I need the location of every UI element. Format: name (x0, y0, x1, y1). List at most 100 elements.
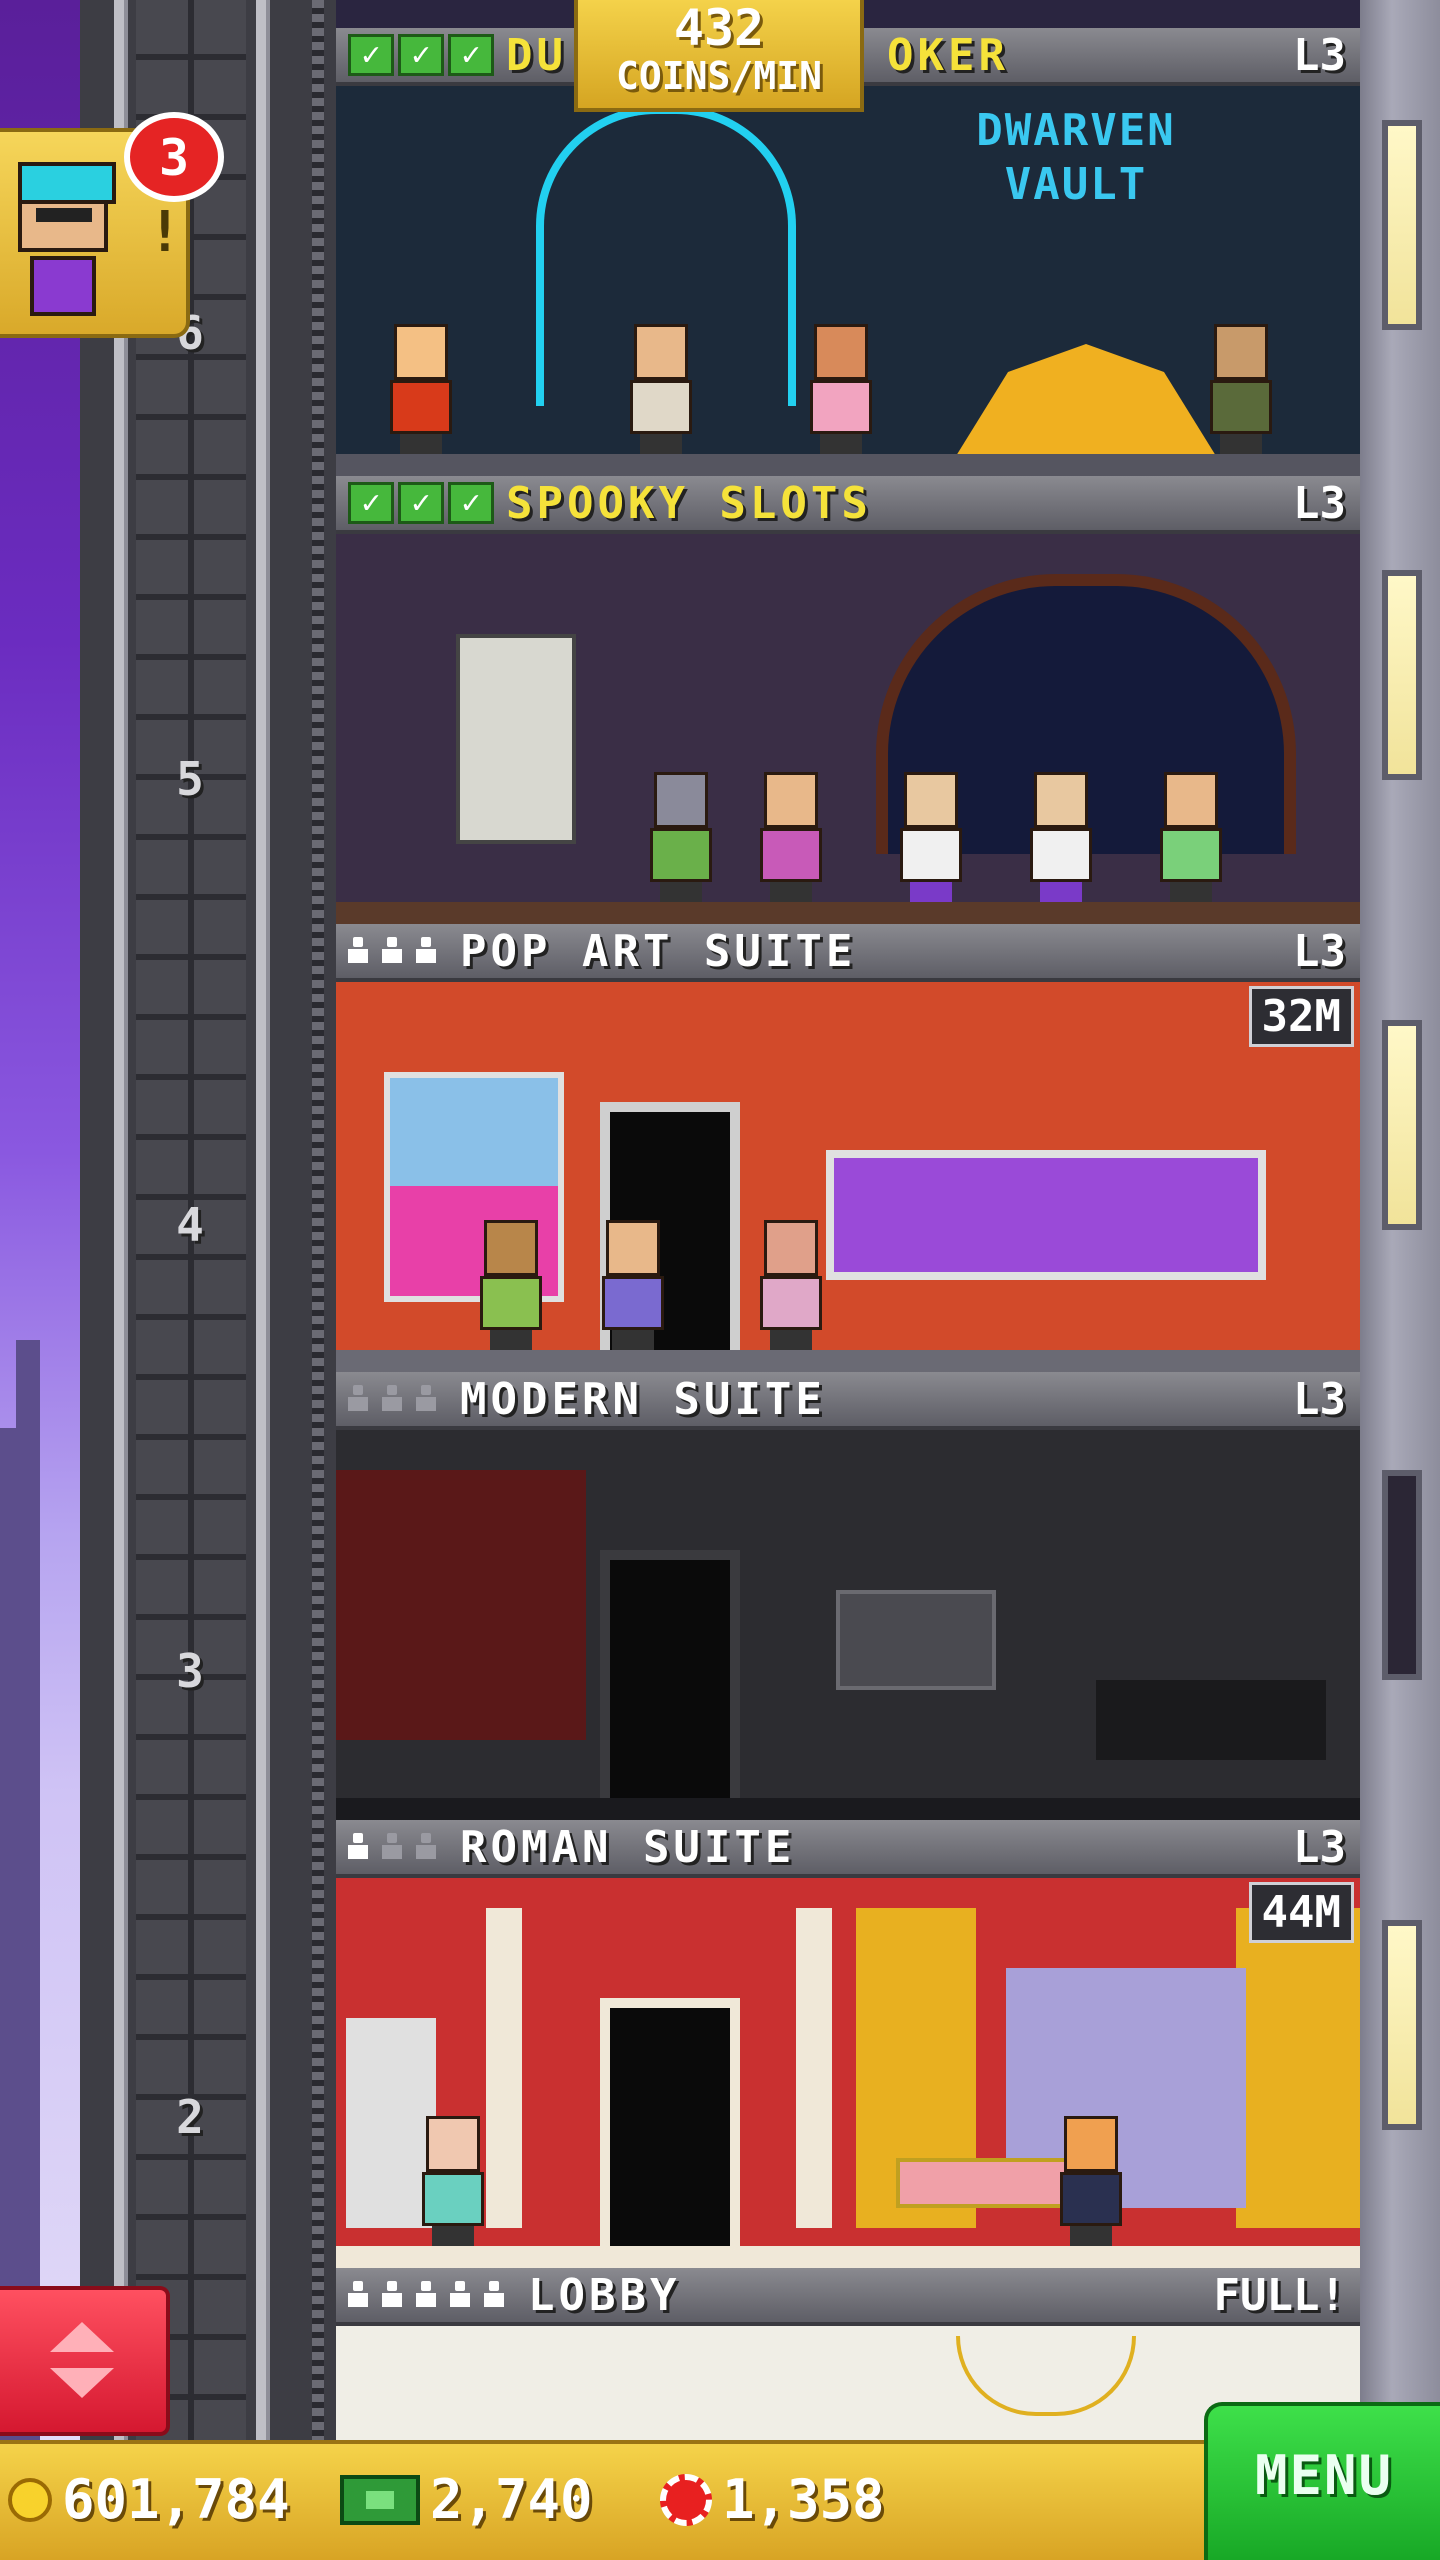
resident-pip-icon (348, 2281, 368, 2309)
coin-icon (8, 2477, 52, 2522)
resident-pip-icon (382, 1385, 402, 1413)
city-silhouette (0, 1340, 40, 2440)
chips-counter[interactable]: 1,358 (660, 2468, 885, 2531)
floor-title-bar: ✓ ✓ ✓ SPOOKY SLOTS L3 (336, 476, 1360, 534)
floor-level: L3 (1293, 1373, 1346, 1425)
resident-pip-icon (382, 2281, 402, 2309)
bitizen-character (756, 772, 826, 902)
floor-name: MODERN SUITE (460, 1373, 826, 1425)
resident-pip-icon (416, 2281, 436, 2309)
room-door (600, 1550, 740, 1798)
gold-pile (956, 344, 1216, 456)
slot-machine (456, 634, 576, 844)
occupancy-pips (348, 2281, 504, 2309)
resident-pip-icon (484, 2281, 504, 2309)
tower-right-pillar (1360, 0, 1440, 2440)
coins-value: 601,784 (62, 2468, 290, 2531)
occupancy-pips (348, 1833, 436, 1861)
bitizen-character (806, 324, 876, 454)
chip-icon (660, 2473, 712, 2526)
tower-window (1382, 1020, 1422, 1230)
floor-room (336, 534, 1360, 924)
check-icon: ✓ (448, 34, 494, 76)
chandelier (956, 2336, 1136, 2416)
resident-pip-icon (382, 937, 402, 965)
elevator-rail-left (114, 0, 128, 2440)
shaft-floor-number: 2 (176, 2090, 204, 2144)
chips-value: 1,358 (722, 2468, 885, 2531)
check-icon: ✓ (348, 34, 394, 76)
resident-pip-icon (348, 937, 368, 965)
tower-bux-icon (340, 2474, 420, 2525)
floor-level: L3 (1293, 29, 1346, 81)
dwarf-character (386, 324, 456, 454)
floor-name: LOBBY (528, 2269, 681, 2321)
elevator-rail-right (256, 0, 270, 2440)
occupancy-pips (348, 937, 436, 965)
alert-icon: ! (148, 200, 182, 265)
red-wall-panel (336, 1470, 586, 1740)
floor-name: DU (506, 29, 567, 81)
slot-attendant-character (1026, 772, 1096, 902)
bitizen-avatar (18, 162, 116, 252)
resident-pip-icon (416, 1385, 436, 1413)
tower-window (1382, 570, 1422, 780)
arrow-down-icon (50, 2368, 114, 2398)
floor-name: SPOOKY SLOTS (506, 477, 872, 529)
floor-level: L3 (1293, 477, 1346, 529)
marble-column (796, 1908, 832, 2228)
floor-title-bar: ROMAN SUITE L3 (336, 1820, 1360, 1878)
floor-modern-suite[interactable]: MODERN SUITE L3 (336, 1372, 1360, 1820)
bitizen-character (598, 1220, 668, 1350)
floor-roman-suite[interactable]: ROMAN SUITE L3 44M (336, 1820, 1360, 2268)
resident-pip-icon (348, 1385, 368, 1413)
floor-status: FULL! (1213, 2269, 1346, 2321)
elevator-cable (312, 0, 324, 2440)
check-icon: ✓ (398, 482, 444, 524)
resident-pip-icon (348, 1833, 368, 1861)
floor-level: L3 (1293, 1821, 1346, 1873)
floor-title-bar: POP ART SUITE L3 (336, 924, 1360, 982)
bitizen-character (1156, 772, 1226, 902)
check-icon: ✓ (398, 34, 444, 76)
gold-curtain (1236, 1908, 1360, 2228)
floor-name: OKER (886, 29, 1009, 81)
floor-level: L3 (1293, 925, 1346, 977)
tower-window (1382, 120, 1422, 330)
modern-bed (1096, 1680, 1326, 1760)
bitizen-character (418, 2116, 488, 2246)
restock-timer-badge[interactable]: 44M (1248, 1882, 1354, 1943)
slot-attendant-character (896, 772, 966, 902)
room-door (600, 1998, 740, 2246)
zombie-character (646, 772, 716, 902)
menu-button[interactable]: MENU (1204, 2402, 1440, 2560)
bitizen-character (626, 324, 696, 454)
floor-room (336, 1878, 1360, 2268)
floor-room (336, 982, 1360, 1372)
coins-per-minute-display: 432 COINS/MIN (574, 0, 864, 112)
occupancy-pips (348, 1385, 436, 1413)
resident-pip-icon (416, 1833, 436, 1861)
coins-counter[interactable]: 601,784 (8, 2468, 290, 2531)
floor-pop-art-suite[interactable]: POP ART SUITE L3 32M (336, 924, 1360, 1372)
purple-sofa (826, 1150, 1266, 1280)
floor-room: DWARVEN VAULT (336, 86, 1360, 476)
tower-window (1382, 1470, 1422, 1680)
check-icon: ✓ (348, 482, 394, 524)
shaft-floor-number: 3 (176, 1644, 204, 1698)
marble-column (486, 1908, 522, 2228)
coins-per-minute-value: 432 (673, 0, 765, 57)
stock-checks: ✓ ✓ ✓ (348, 34, 494, 76)
floor-spooky-slots[interactable]: ✓ ✓ ✓ SPOOKY SLOTS L3 (336, 476, 1360, 924)
bitizen-character (476, 1220, 546, 1350)
coins-per-minute-label: COINS/MIN (616, 54, 822, 98)
resident-pip-icon (382, 1833, 402, 1861)
bux-value: 2,740 (430, 2468, 593, 2531)
shaft-floor-number: 4 (176, 1198, 204, 1252)
elevator-control-button[interactable] (0, 2286, 170, 2436)
stock-checks: ✓ ✓ ✓ (348, 482, 494, 524)
restock-timer-badge[interactable]: 32M (1248, 986, 1354, 1047)
bux-counter[interactable]: 2,740 (340, 2468, 593, 2531)
arrow-up-icon (50, 2322, 114, 2352)
floor-name: POP ART SUITE (460, 925, 857, 977)
